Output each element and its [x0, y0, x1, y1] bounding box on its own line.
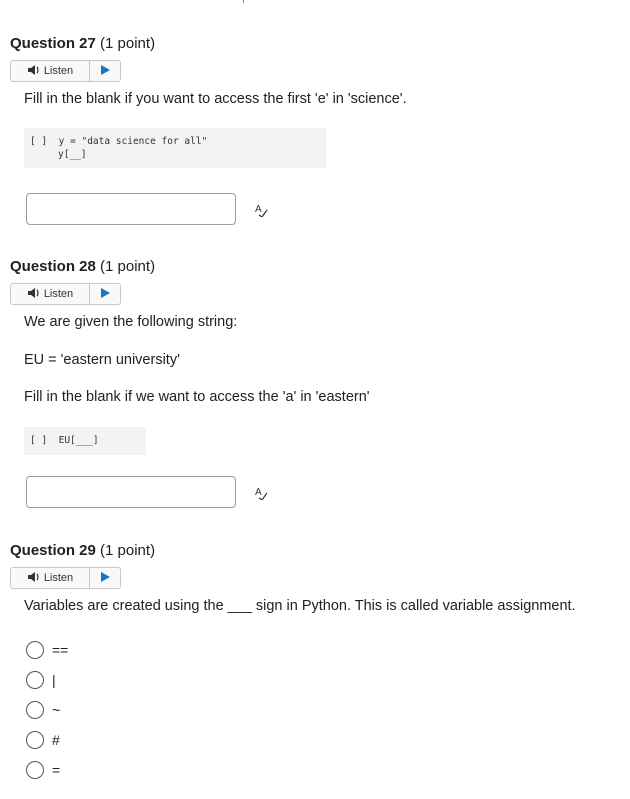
radio-button[interactable]	[26, 701, 44, 719]
listen-button-q27[interactable]: Listen	[10, 60, 121, 82]
radio-button[interactable]	[26, 641, 44, 659]
answer-input-q28[interactable]	[26, 476, 236, 508]
question-points: (1 point)	[100, 542, 156, 559]
question-number: Question 28	[10, 258, 96, 275]
speaker-icon	[27, 571, 41, 586]
play-button[interactable]	[90, 568, 120, 588]
option-row[interactable]: ==	[26, 641, 68, 659]
spellcheck-icon[interactable]: A	[254, 203, 268, 218]
listen-button-q28[interactable]: Listen	[10, 283, 121, 305]
speaker-icon	[27, 287, 41, 302]
option-label: =	[52, 762, 61, 778]
listen-main[interactable]: Listen	[11, 568, 90, 588]
option-label: ==	[52, 642, 69, 658]
play-icon	[100, 285, 110, 303]
play-icon	[100, 569, 110, 587]
listen-main[interactable]: Listen	[11, 284, 90, 304]
listen-label: Listen	[43, 65, 74, 77]
option-row[interactable]: ~	[26, 701, 60, 719]
question-27-prompt: Fill in the blank if you want to access …	[24, 91, 407, 107]
radio-button[interactable]	[26, 731, 44, 749]
option-label: #	[52, 732, 60, 748]
svg-text:A: A	[255, 204, 262, 215]
question-28-paragraph: EU = 'eastern university'	[24, 352, 180, 368]
play-icon	[100, 62, 110, 80]
play-button[interactable]	[90, 61, 120, 81]
option-row[interactable]: |	[26, 671, 56, 689]
question-points: (1 point)	[100, 35, 156, 52]
question-29-title: Question 29 (1 point)	[10, 542, 155, 559]
option-row[interactable]: =	[26, 761, 60, 779]
question-29-prompt: Variables are created using the ___ sign…	[24, 598, 576, 614]
listen-button-q29[interactable]: Listen	[10, 567, 121, 589]
svg-text:A: A	[255, 487, 262, 498]
option-label: ~	[52, 702, 61, 718]
option-row[interactable]: #	[26, 731, 60, 749]
code-cell-q27: [ ] y = "data science for all" y[__]	[24, 128, 326, 168]
option-label: |	[52, 672, 56, 688]
question-27-title: Question 27 (1 point)	[10, 35, 155, 52]
listen-main[interactable]: Listen	[11, 61, 90, 81]
radio-button[interactable]	[26, 671, 44, 689]
question-28-title: Question 28 (1 point)	[10, 258, 155, 275]
radio-button[interactable]	[26, 761, 44, 779]
question-number: Question 27	[10, 35, 96, 52]
play-button[interactable]	[90, 284, 120, 304]
listen-label: Listen	[43, 572, 74, 584]
question-28-paragraph: We are given the following string:	[24, 314, 238, 330]
question-28-paragraph: Fill in the blank if we want to access t…	[24, 389, 370, 405]
spellcheck-icon[interactable]: A	[254, 486, 268, 501]
listen-label: Listen	[43, 288, 74, 300]
top-indicator	[243, 0, 244, 3]
question-number: Question 29	[10, 542, 96, 559]
speaker-icon	[27, 64, 41, 79]
code-cell-q28: [ ] EU[___]	[24, 427, 146, 455]
code-line: [ ] y = "data science for all"	[30, 136, 208, 147]
question-points: (1 point)	[100, 258, 156, 275]
code-line: [ ] EU[___]	[30, 435, 99, 446]
answer-input-q27[interactable]	[26, 193, 236, 225]
code-line: y[__]	[58, 149, 87, 160]
